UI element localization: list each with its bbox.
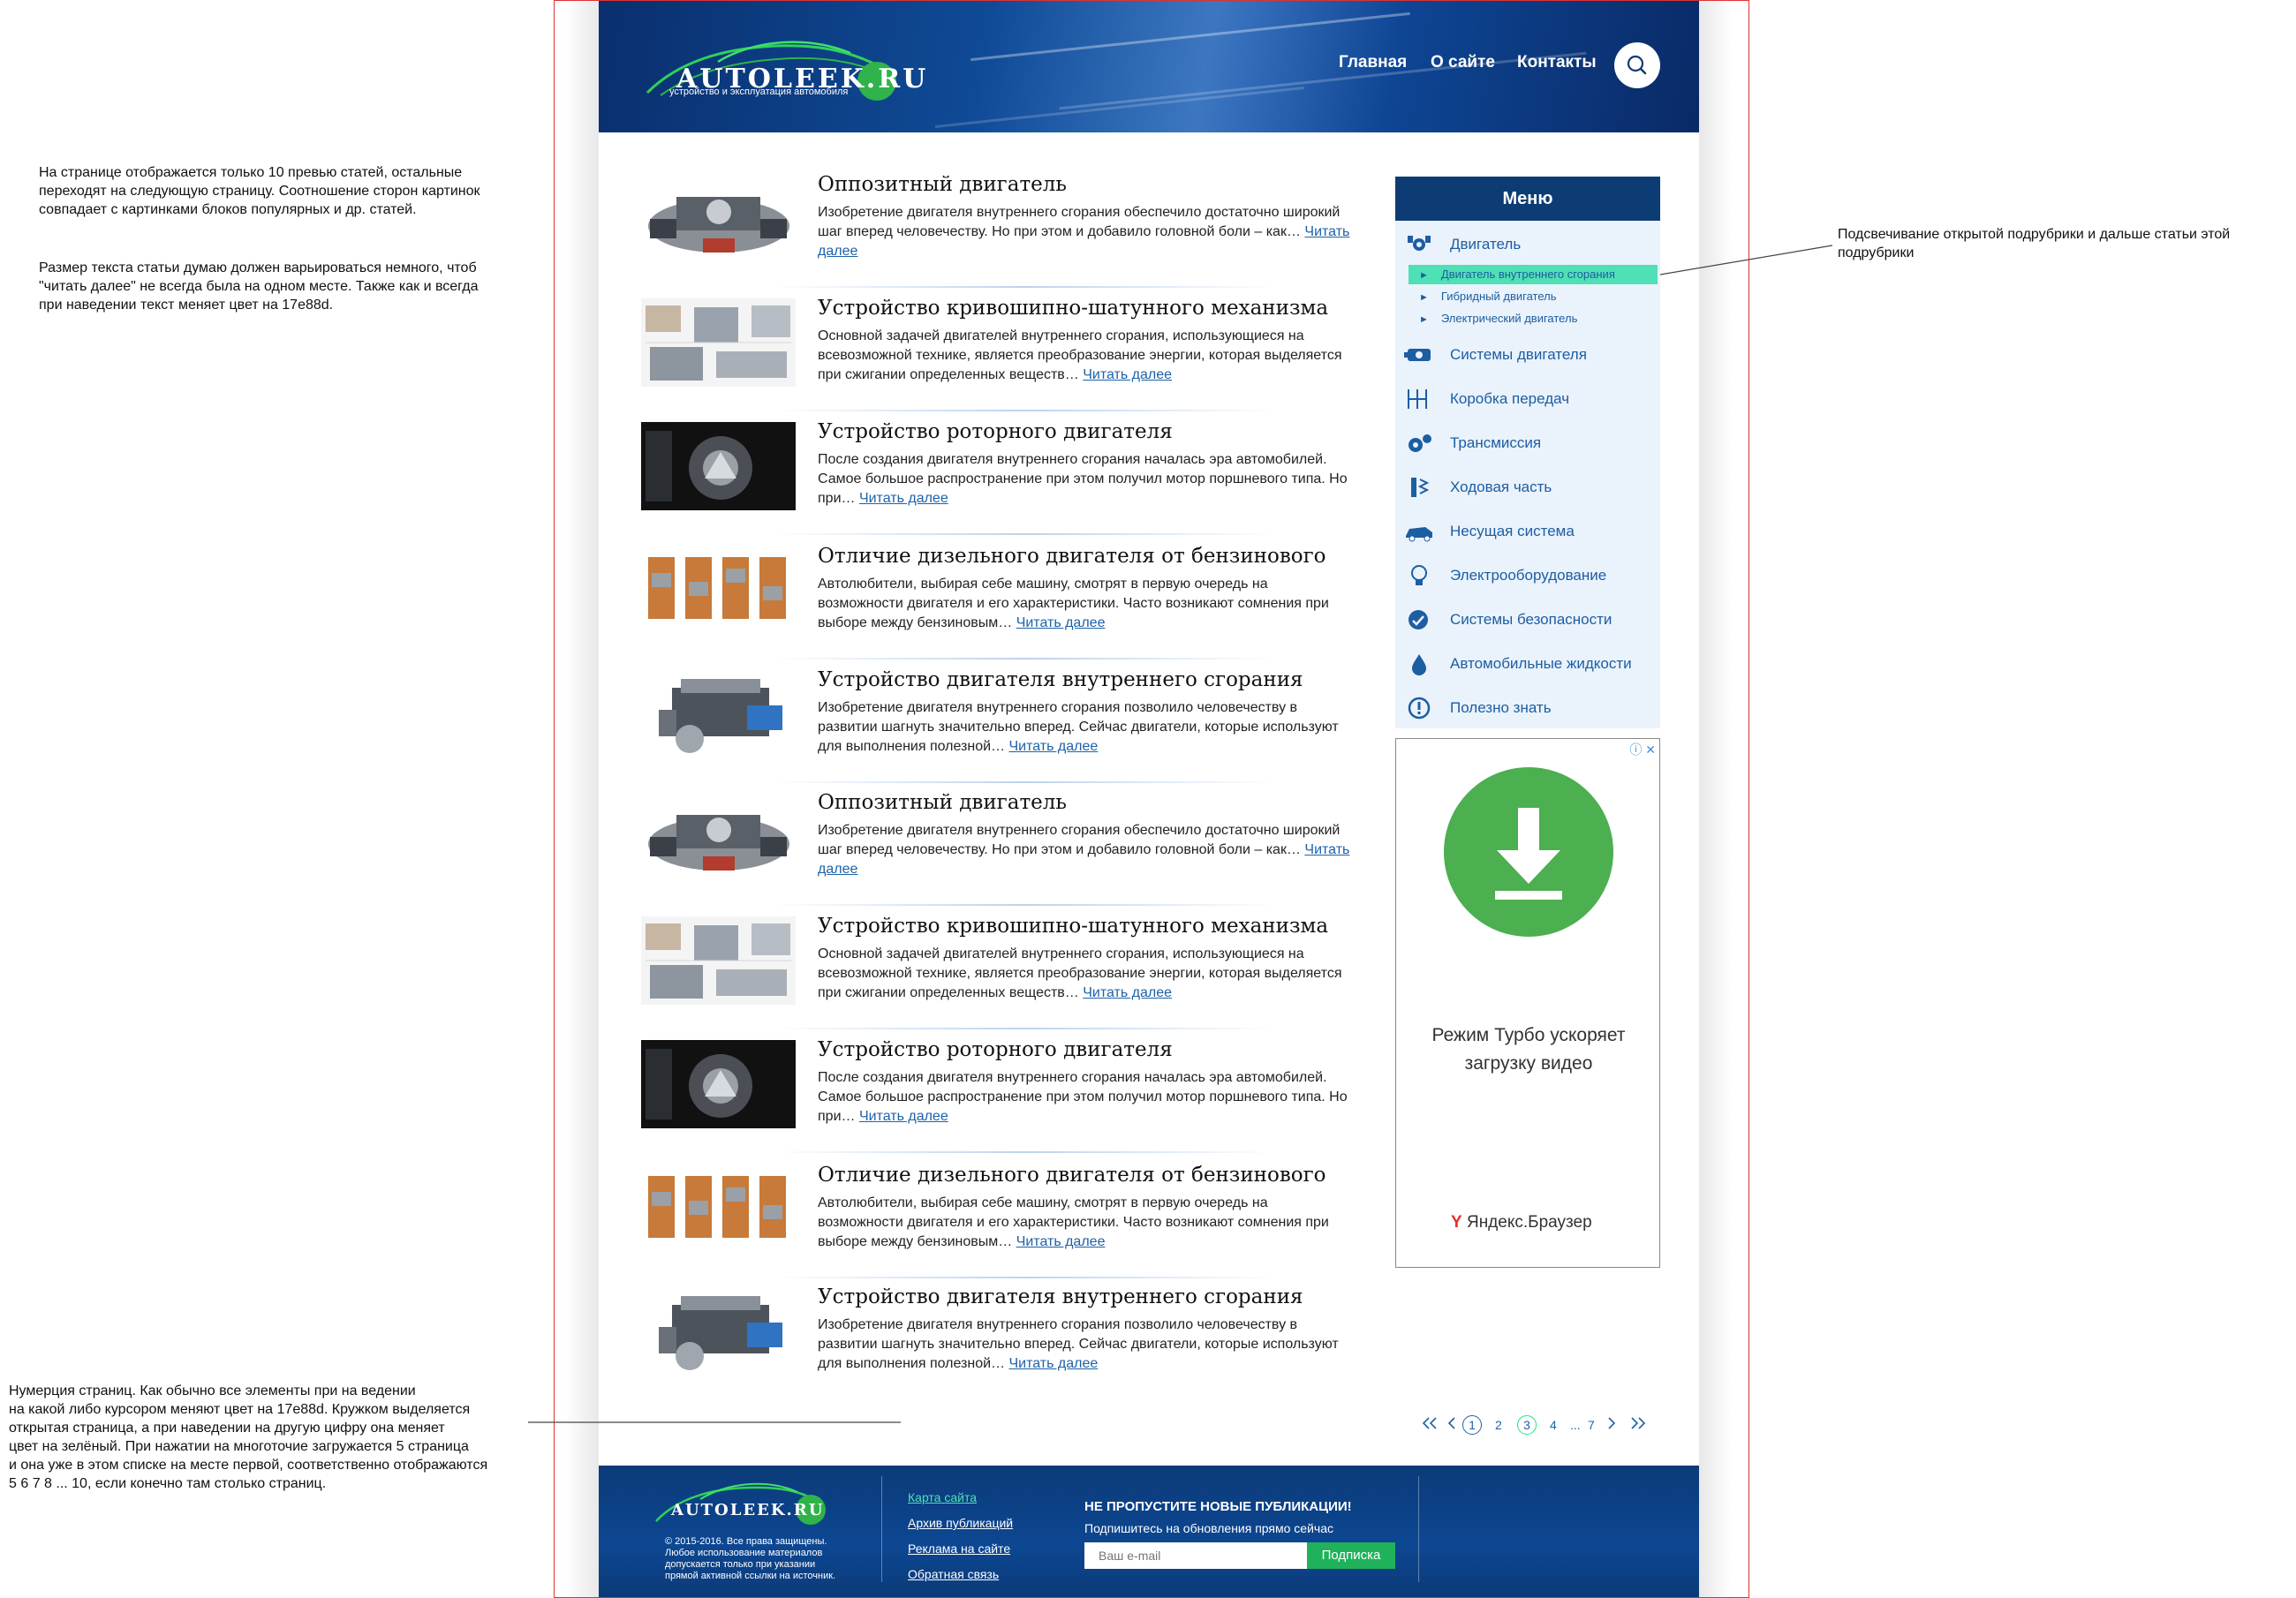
annotation-line: цвет на зелёный. При нажатии на многоточ… bbox=[9, 1439, 469, 1454]
annotation-line: при наведении текст меняет цвет на 17e88… bbox=[39, 298, 334, 313]
annotation-line: На странице отображается только 10 превь… bbox=[39, 165, 463, 180]
annotation-line: Подсвечивание открытой подрубрики и даль… bbox=[1838, 227, 2231, 242]
annotation-text-size: Размер текста статьи думаю должен варьир… bbox=[39, 259, 551, 314]
annotation-line: и она уже в этом списке на месте первой,… bbox=[9, 1458, 488, 1473]
annotation-line: "читать далее" не всегда была на одном м… bbox=[39, 279, 479, 294]
annotation-line: подрубрики bbox=[1838, 245, 1915, 260]
annotation-line: открытая страница, а при наведении на др… bbox=[9, 1421, 445, 1436]
annotation-pagination: Нумерция страниц. Как обычно все элемент… bbox=[9, 1382, 556, 1493]
annotation-submenu: Подсвечивание открытой подрубрики и даль… bbox=[1838, 225, 2279, 262]
layout-frame bbox=[554, 0, 1749, 1598]
annotation-line: Размер текста статьи думаю должен варьир… bbox=[39, 260, 477, 275]
annotation-articles: На странице отображается только 10 превь… bbox=[39, 163, 551, 219]
annotation-line: на какой либо курсором меняют цвет на 17… bbox=[9, 1402, 471, 1417]
annotation-line: Нумерция страниц. Как обычно все элемент… bbox=[9, 1383, 416, 1398]
annotation-line: совпадает с картинками блоков популярных… bbox=[39, 202, 417, 217]
annotation-line: переходят на следующую страницу. Соотнош… bbox=[39, 184, 480, 199]
annotation-line: 5 6 7 8 ... 10, если конечно там столько… bbox=[9, 1476, 327, 1491]
